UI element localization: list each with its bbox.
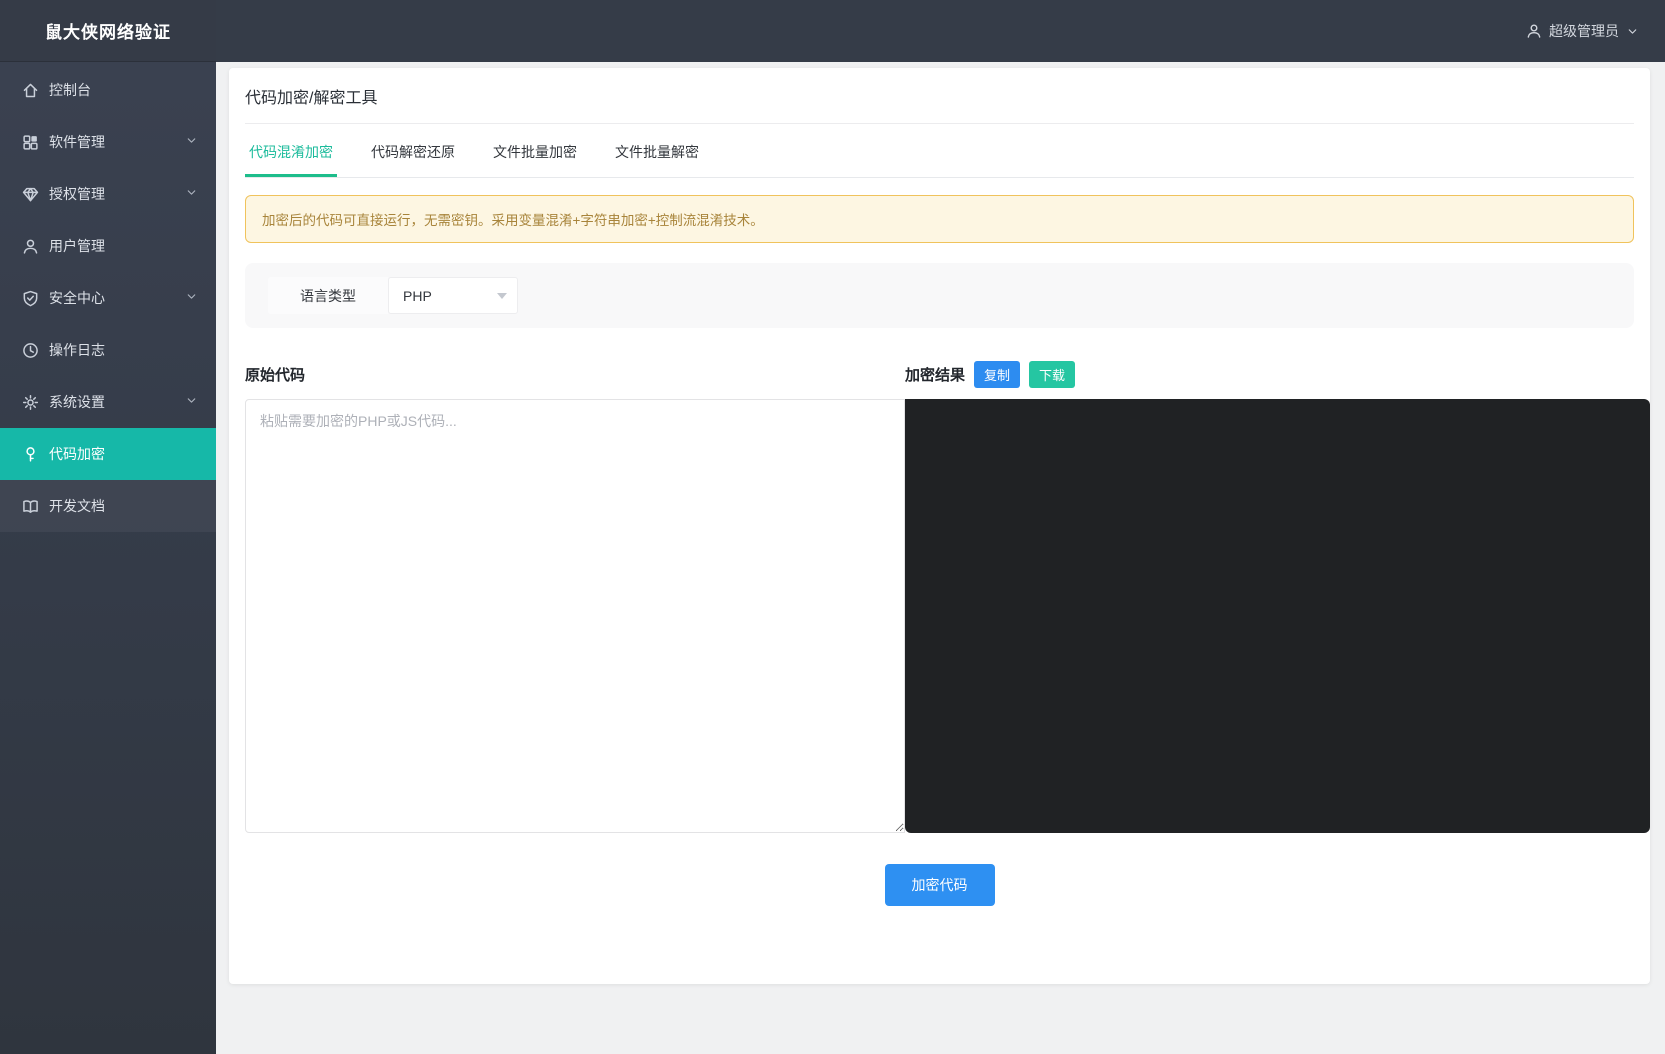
person-icon <box>1526 23 1542 39</box>
result-title: 加密结果 <box>905 364 965 385</box>
source-code-input[interactable] <box>245 399 905 833</box>
sidebar-item-label: 软件管理 <box>49 132 185 152</box>
copy-button[interactable]: 复制 <box>974 361 1020 388</box>
gear-icon <box>22 394 39 411</box>
sidebar-item-users[interactable]: 用户管理 <box>0 220 216 272</box>
submit-row: 加密代码 <box>245 864 1634 906</box>
sidebar-item-software[interactable]: 软件管理 <box>0 116 216 168</box>
download-button[interactable]: 下载 <box>1029 361 1075 388</box>
tab-decrypt-restore[interactable]: 代码解密还原 <box>367 128 459 177</box>
user-name: 超级管理员 <box>1549 21 1619 41</box>
language-selected-value: PHP <box>403 288 497 304</box>
sidebar-item-code-encrypt[interactable]: 代码加密 <box>0 428 216 480</box>
encrypt-button[interactable]: 加密代码 <box>885 864 995 906</box>
sidebar-item-label: 操作日志 <box>49 340 198 360</box>
sidebar-item-label: 用户管理 <box>49 236 198 256</box>
sidebar-item-license[interactable]: 授权管理 <box>0 168 216 220</box>
topbar: 超级管理员 <box>216 0 1665 62</box>
tab-batch-encrypt[interactable]: 文件批量加密 <box>489 128 581 177</box>
user-icon <box>22 238 39 255</box>
source-code-heading: 原始代码 <box>245 361 905 399</box>
source-code-title: 原始代码 <box>245 364 305 385</box>
sidebar-item-settings[interactable]: 系统设置 <box>0 376 216 428</box>
page-title: 代码加密/解密工具 <box>245 68 1634 124</box>
book-icon <box>22 498 39 515</box>
tab-bar: 代码混淆加密 代码解密还原 文件批量加密 文件批量解密 <box>245 124 1634 178</box>
sidebar-item-label: 控制台 <box>49 80 198 100</box>
content-area: 代码加密/解密工具 代码混淆加密 代码解密还原 文件批量加密 文件批量解密 加密… <box>216 62 1665 1054</box>
sidebar-item-security[interactable]: 安全中心 <box>0 272 216 324</box>
chevron-down-icon <box>185 134 198 150</box>
user-menu[interactable]: 超级管理员 <box>1526 21 1639 41</box>
encrypted-result-output[interactable] <box>905 399 1650 833</box>
tab-obfuscate-encrypt[interactable]: 代码混淆加密 <box>245 128 337 177</box>
sidebar-item-dashboard[interactable]: 控制台 <box>0 64 216 116</box>
gem-icon <box>22 186 39 203</box>
chevron-down-icon <box>185 186 198 202</box>
sidebar-item-label: 授权管理 <box>49 184 185 204</box>
options-panel: 语言类型 PHP <box>245 263 1634 328</box>
grid-icon <box>22 134 39 151</box>
encrypt-workspace: 原始代码 加密结果 复制 下载 <box>245 361 1650 833</box>
home-icon <box>22 82 39 99</box>
shield-check-icon <box>22 290 39 307</box>
sidebar-nav: 控制台 软件管理 授权管理 用户管理 <box>0 62 216 532</box>
sidebar-item-label: 代码加密 <box>49 444 198 464</box>
sidebar-item-logs[interactable]: 操作日志 <box>0 324 216 376</box>
chevron-down-icon <box>1626 25 1639 38</box>
sidebar-item-docs[interactable]: 开发文档 <box>0 480 216 532</box>
language-select[interactable]: PHP <box>388 277 518 314</box>
sidebar: 鼠大侠网络验证 控制台 软件管理 授权管理 <box>0 0 216 1054</box>
result-heading: 加密结果 复制 下载 <box>905 361 1650 399</box>
key-icon <box>22 446 39 463</box>
language-label: 语言类型 <box>268 277 388 314</box>
main-region: 超级管理员 代码加密/解密工具 代码混淆加密 代码解密还原 文件批量加密 文件批… <box>216 0 1665 1054</box>
app-logo: 鼠大侠网络验证 <box>0 0 216 62</box>
tool-card: 代码加密/解密工具 代码混淆加密 代码解密还原 文件批量加密 文件批量解密 加密… <box>229 68 1650 984</box>
sidebar-item-label: 开发文档 <box>49 496 198 516</box>
info-alert: 加密后的代码可直接运行，无需密钥。采用变量混淆+字符串加密+控制流混淆技术。 <box>245 195 1634 243</box>
tab-batch-decrypt[interactable]: 文件批量解密 <box>611 128 703 177</box>
chevron-down-icon <box>185 394 198 410</box>
chevron-down-icon <box>185 290 198 306</box>
sidebar-item-label: 系统设置 <box>49 392 185 412</box>
clock-icon <box>22 342 39 359</box>
select-caret-icon <box>497 293 507 299</box>
sidebar-item-label: 安全中心 <box>49 288 185 308</box>
